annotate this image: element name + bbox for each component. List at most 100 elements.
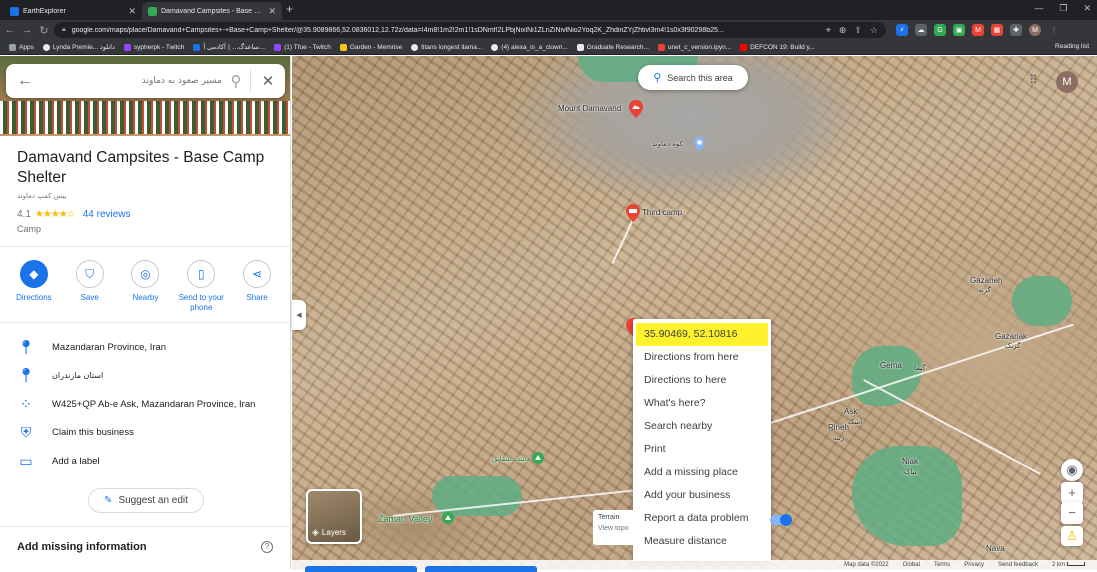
extension-icon[interactable]: ☁ [915,24,927,36]
pegman-button[interactable]: ♙ [1061,526,1083,546]
minimize-icon[interactable]: — [1034,3,1043,14]
privacy-link[interactable]: Privacy [964,562,984,568]
map-label-rineh-fa[interactable]: رینه [833,434,844,442]
bookmark-item[interactable]: Graduate Research... [576,43,649,51]
scale-bar[interactable]: 2 km [1052,562,1085,568]
close-tab-icon[interactable]: ✕ [268,6,276,17]
map-label-park-fa[interactable]: دشت شقایق [492,455,529,463]
context-item-report-problem[interactable]: Report a data problem [633,507,771,530]
reading-list-button[interactable]: Reading list [1055,43,1089,50]
terms-link[interactable]: Terms [934,562,950,568]
map-label-mount-damavand[interactable]: Mount Damavand [558,104,621,113]
bookmark-star-icon[interactable]: ☆ [870,25,878,36]
map-label-niak[interactable]: Niak [902,457,918,466]
nearby-button[interactable]: ◎ Nearby [119,260,171,313]
park-icon[interactable] [532,452,544,464]
map-label-niak-fa[interactable]: نیاک [904,468,916,476]
camp-pin-icon[interactable] [626,204,640,222]
bottom-chip[interactable] [305,566,417,572]
plus-code-row[interactable]: ⁘ W425+QP Ab-e Ask, Mazandaran Province,… [0,390,290,418]
bookmark-item[interactable]: (4) alexa_is_a_clown... [491,43,568,51]
map-label-gazaneh[interactable]: Gazaneh [970,276,1002,285]
bottom-chip[interactable] [425,566,537,572]
bookmark-item[interactable]: Garden - Memrise [339,43,402,51]
reload-icon[interactable]: ↻ [37,24,51,37]
map-label-gazanak-fa[interactable]: گزنک [1005,342,1020,350]
suggest-edit-button[interactable]: ✎ Suggest an edit [88,488,204,513]
apps-grid-icon[interactable]: ⠿ [1029,73,1038,87]
puzzle-icon[interactable]: ✚ [1010,24,1022,36]
extension-icon[interactable]: ⚡ [896,24,908,36]
collapse-panel-button[interactable]: ◀ [292,300,306,330]
map-label-nava[interactable]: Nava [986,544,1005,553]
bookmark-item[interactable]: Lynda Premie... دانلود [42,43,115,51]
context-item-coordinates[interactable]: 35.90469, 52.10816 [636,323,768,346]
menu-kebab-icon[interactable]: ⋮ [1048,24,1060,36]
search-input[interactable] [44,76,222,86]
extension-icon[interactable]: ▦ [991,24,1003,36]
address-row[interactable]: 📍︎ Mazandaran Province, Iran [0,333,290,361]
context-item-directions-to[interactable]: Directions to here [633,369,771,392]
omnibox[interactable]: 🔒︎ google.com/maps/place/Damavand+Campsi… [54,22,886,38]
back-icon[interactable]: ← [3,24,17,36]
park-icon[interactable] [442,512,454,524]
extension-icon[interactable]: ▣ [953,24,965,36]
forward-icon[interactable]: → [20,24,34,36]
help-icon[interactable]: ? [261,541,273,553]
terrain-toggle-panel[interactable]: Terrain View topo [593,510,639,545]
close-tab-icon[interactable]: ✕ [128,6,136,17]
extension-icon[interactable]: M [972,24,984,36]
context-item-add-business[interactable]: Add your business [633,484,771,507]
bookmark-item[interactable]: (1) Tfue - Twitch [274,43,331,51]
zoom-out-button[interactable]: − [1061,502,1083,524]
add-missing-information-heading[interactable]: Add missing information [17,541,147,553]
lock-icon[interactable]: 🔒︎ [62,26,66,34]
url-text[interactable]: google.com/maps/place/Damavand+Campsites… [72,27,818,34]
map-canvas[interactable]: Mount Damavand کوه دماوند Third camp Gaz… [292,56,1097,570]
account-avatar[interactable]: M [1056,71,1078,93]
bookmark-item[interactable]: DEFCON 19: Build y... [740,43,815,51]
new-tab-icon[interactable]: + [286,2,293,16]
send-feedback-link[interactable]: Send feedback [998,562,1038,568]
zoom-icon[interactable]: ⊕ [839,25,847,36]
map-label-kooh-damavand[interactable]: کوه دماوند [652,140,683,148]
bookmark-item[interactable]: sypherpk - Twitch [123,43,184,51]
context-item-directions-from[interactable]: Directions from here [633,346,771,369]
save-button[interactable]: ⛉ Save [64,260,116,313]
map-label-zaman-valley[interactable]: Zaman Valley [378,514,432,524]
context-item-add-missing-place[interactable]: Add a missing place [633,461,771,484]
map-label-ask[interactable]: Ask [844,407,857,416]
map-label-third-camp[interactable]: Third camp [642,208,682,217]
search-icon[interactable]: ⚲ [222,72,250,90]
peak-marker-icon[interactable] [694,137,705,151]
map-label-gazaneh-fa[interactable]: گزنه [978,286,991,294]
my-location-button[interactable]: ◉ [1061,459,1083,481]
claim-business-row[interactable]: ⛨ Claim this business [0,418,290,446]
address-fa-row[interactable]: 📍︎ استان مازندران [0,361,290,389]
layers-button[interactable]: ◈ Layers [306,489,362,544]
reviews-link[interactable]: 44 reviews [83,209,131,220]
map-label-ask-fa[interactable]: آسک [848,418,862,426]
context-item-search-nearby[interactable]: Search nearby [633,415,771,438]
global-link[interactable]: Global [903,562,920,568]
share-button[interactable]: ⋖ Share [231,260,283,313]
context-item-print[interactable]: Print [633,438,771,461]
location-icon[interactable]: ⌖ [826,25,831,36]
search-this-area-button[interactable]: ⚲ Search this area [638,65,748,90]
map-label-gema-fa[interactable]: گیما [914,364,926,372]
bookmark-item[interactable]: Apps [9,43,34,51]
directions-button[interactable]: ◆ Directions [8,260,60,313]
terrain-switch[interactable] [770,514,792,526]
bookmark-item[interactable]: ساعدگ... | آکادمی آ... [193,43,265,51]
add-label-row[interactable]: ▭ Add a label [0,447,290,475]
share-icon[interactable]: ⇪ [854,25,862,36]
map-label-rineh[interactable]: Rineh [828,423,849,432]
extension-icon[interactable]: G [934,24,946,36]
map-label-gazanak[interactable]: Gazanak [995,332,1027,341]
zoom-in-button[interactable]: + [1061,482,1083,504]
place-category[interactable]: Camp [17,224,41,234]
close-window-icon[interactable]: ✕ [1083,3,1091,14]
context-item-measure-distance[interactable]: Measure distance [633,530,771,553]
tab-google-maps[interactable]: Damavand Campsites - Base Camp ✕ [142,2,282,20]
back-arrow-icon[interactable]: ← [6,72,44,90]
